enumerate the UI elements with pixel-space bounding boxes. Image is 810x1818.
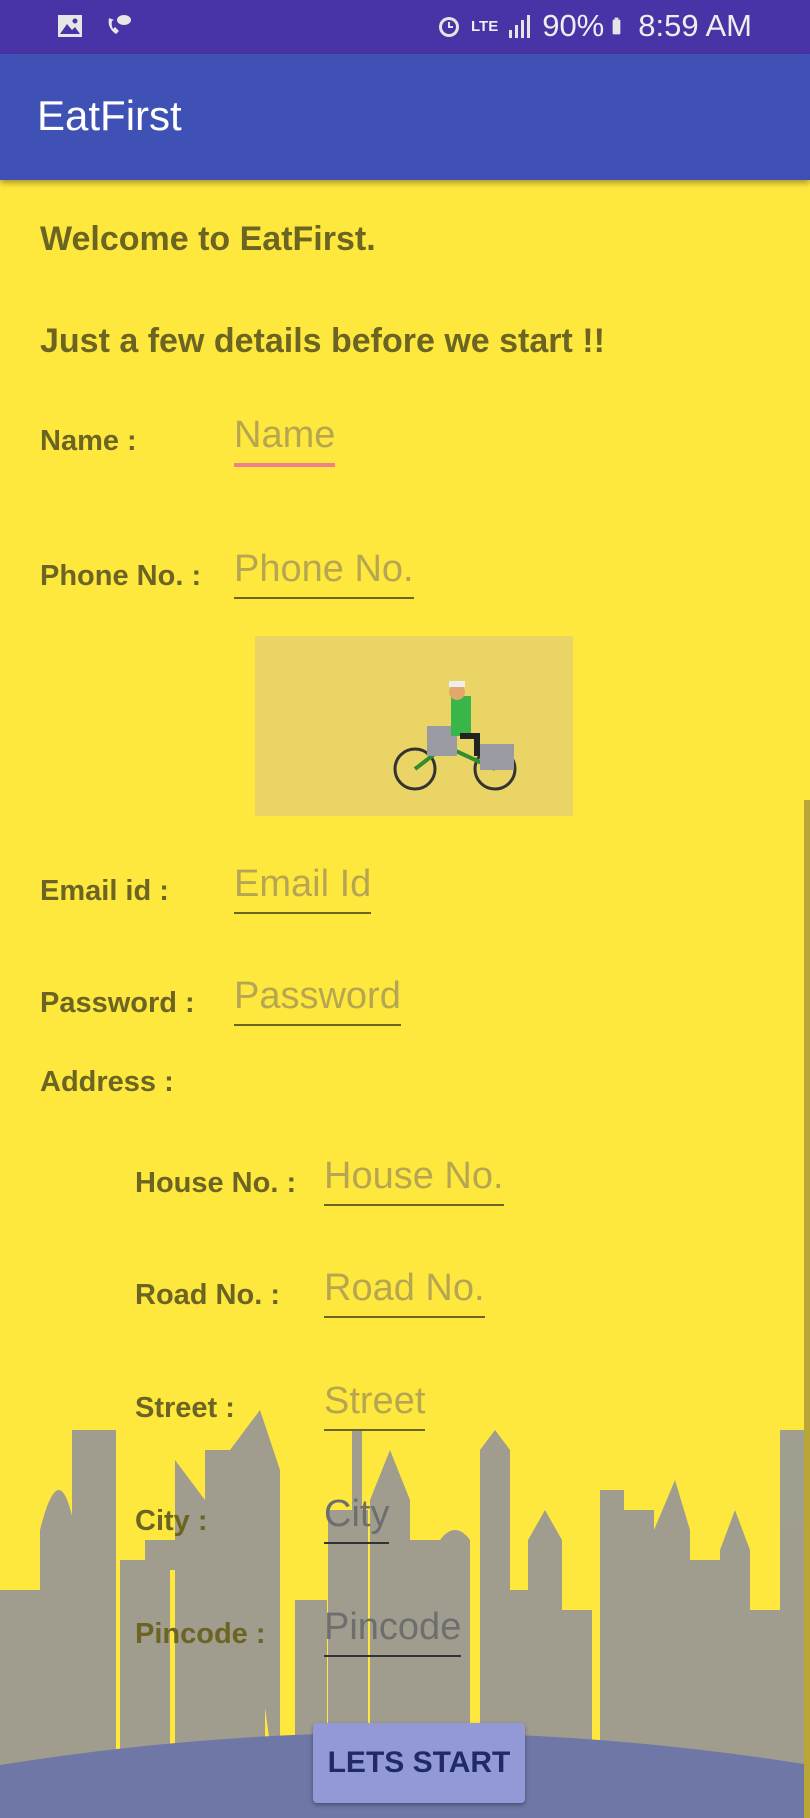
delivery-cyclist-image: [255, 636, 573, 816]
phone-label: Phone No. :: [40, 560, 202, 592]
lets-start-button[interactable]: LETS START: [313, 1723, 525, 1803]
street-input[interactable]: Street: [324, 1380, 426, 1431]
street-label: Street :: [135, 1392, 235, 1424]
city-label: City :: [135, 1505, 208, 1537]
name-input[interactable]: Name: [234, 414, 336, 467]
scrollbar[interactable]: [804, 800, 810, 1818]
password-input[interactable]: Password: [234, 975, 401, 1026]
name-label: Name :: [40, 425, 137, 457]
subtitle-text: Just a few details before we start !!: [40, 322, 605, 360]
password-label: Password :: [40, 987, 195, 1019]
welcome-text: Welcome to EatFirst.: [40, 220, 376, 258]
pincode-input[interactable]: Pincode: [324, 1606, 462, 1657]
address-label: Address :: [40, 1066, 174, 1098]
road-input[interactable]: Road No.: [324, 1267, 485, 1318]
email-input[interactable]: Email Id: [234, 863, 372, 914]
email-label: Email id :: [40, 875, 169, 907]
phone-input[interactable]: Phone No.: [234, 548, 414, 599]
road-label: Road No. :: [135, 1279, 280, 1311]
house-input[interactable]: House No.: [324, 1155, 504, 1206]
delivery-cyclist-icon: [393, 681, 517, 791]
city-input[interactable]: City: [324, 1493, 390, 1544]
pincode-label: Pincode :: [135, 1618, 266, 1650]
house-label: House No. :: [135, 1167, 297, 1199]
